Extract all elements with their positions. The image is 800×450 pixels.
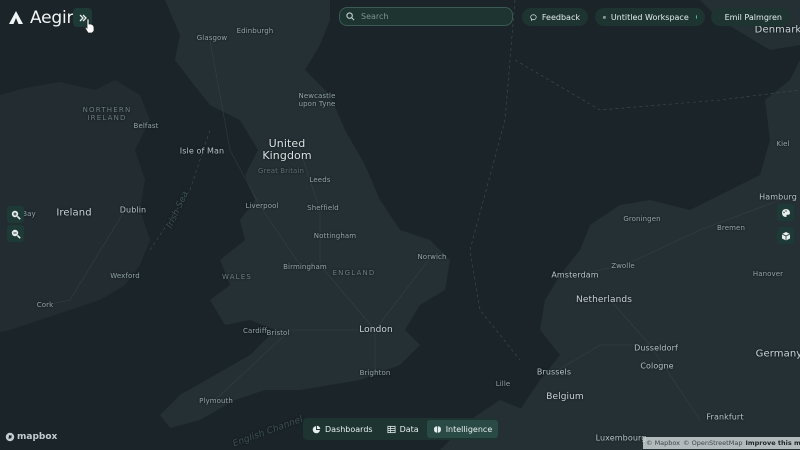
map-label-denmark: Denmark: [754, 24, 800, 36]
map-label-birmingham: Birmingham: [283, 263, 327, 271]
map-style-button[interactable]: [777, 204, 794, 221]
zoom-out-icon: [11, 229, 21, 239]
app-logo[interactable]: Aegir: [8, 8, 73, 28]
user-icon: [719, 16, 720, 18]
brain-icon: [433, 425, 441, 433]
tab-data[interactable]: Data: [381, 420, 425, 438]
grid-icon: [603, 15, 606, 19]
map-label-wexford: Wexford: [110, 272, 140, 280]
map-label-wales: WALES: [221, 273, 253, 281]
map-label-newcastle: Newcastle upon Tyne: [298, 92, 336, 108]
search-box[interactable]: [339, 7, 513, 26]
map-canvas[interactable]: [0, 0, 800, 450]
map-label-hanover: Hanover: [752, 270, 784, 278]
map-label-kiel: Kiel: [776, 140, 790, 148]
map-label-london: London: [359, 325, 393, 335]
map-attribution: © Mapbox © OpenStreetMap Improve this ma…: [643, 437, 800, 449]
search-input[interactable]: [361, 12, 501, 21]
map-label-belfast: Belfast: [133, 122, 159, 130]
zoom-in-button[interactable]: [7, 206, 24, 223]
map-label-leeds: Leeds: [309, 176, 331, 184]
map-label-bristol: Bristol: [266, 329, 290, 337]
user-menu-button[interactable]: Emil Palmgren: [711, 8, 790, 26]
tab-label: Intelligence: [445, 424, 493, 434]
cube-icon: [781, 231, 790, 240]
map-label-dusseldorf: Dusseldorf: [634, 343, 678, 353]
mapbox-logo[interactable]: mapbox: [5, 432, 57, 442]
map-label-norwich: Norwich: [417, 253, 447, 261]
map-label-cardiff: Cardiff: [243, 327, 267, 335]
3d-view-button[interactable]: [777, 227, 794, 244]
workspace-status-dot: [695, 15, 697, 19]
bottom-navigation: Dashboards Data Intelligence: [303, 418, 499, 440]
map-label-liverpool: Liverpool: [245, 202, 279, 210]
search-icon: [346, 12, 355, 21]
map-label-belgium: Belgium: [546, 392, 584, 402]
pie-chart-icon: [312, 425, 321, 433]
palette-icon: [781, 208, 790, 217]
map-label-edinburgh: Edinburgh: [236, 27, 274, 35]
map-label-lille: Lille: [495, 380, 511, 388]
map-label-england: ENGLAND: [332, 269, 376, 277]
tab-label: Dashboards: [325, 424, 373, 434]
map-label-isle-of-man: Isle of Man: [179, 146, 225, 156]
map-label-bremen: Bremen: [717, 224, 745, 232]
attribution-mapbox-link[interactable]: © Mapbox: [646, 439, 680, 447]
map-label-northern-ireland: NORTHERN IRELAND: [82, 106, 132, 122]
map-label-glasgow: Glasgow: [196, 34, 228, 42]
zoom-in-icon: [11, 210, 21, 220]
map-label-cologne: Cologne: [640, 361, 674, 371]
aegir-logo-icon: [9, 11, 23, 24]
map-label-zwolle: Zwolle: [611, 262, 635, 270]
map-label-plymouth: Plymouth: [199, 397, 233, 405]
map-label-united-kingdom: United Kingdom: [262, 137, 312, 162]
map-label-frankfurt: Frankfurt: [706, 412, 744, 422]
map-label-amsterdam: Amsterdam: [551, 270, 599, 280]
table-icon: [387, 425, 396, 433]
map-label-sheffield: Sheffield: [307, 204, 339, 212]
map-label-netherlands: Netherlands: [576, 295, 632, 305]
map-label-germany: Germany: [755, 348, 800, 360]
mapbox-logo-text: mapbox: [17, 432, 58, 442]
map-label-great-britain: Great Britain: [257, 167, 305, 175]
attribution-osm-link[interactable]: © OpenStreetMap: [683, 439, 742, 447]
mapbox-logo-icon: [5, 432, 15, 442]
map-label-brighton: Brighton: [359, 369, 391, 377]
workspace-label: Untitled Workspace: [610, 12, 689, 22]
map-label-cork: Cork: [36, 301, 54, 309]
tab-intelligence[interactable]: Intelligence: [426, 420, 499, 438]
map-label-dublin: Dublin: [119, 205, 147, 215]
feedback-button[interactable]: Feedback: [522, 8, 588, 26]
feedback-label: Feedback: [541, 12, 580, 22]
chat-bubble-icon: [530, 13, 537, 21]
user-label: Emil Palmgren: [724, 12, 782, 22]
map-label-hamburg: Hamburg: [759, 192, 797, 202]
tab-dashboards[interactable]: Dashboards: [306, 420, 379, 438]
improve-map-link[interactable]: Improve this map: [745, 439, 800, 447]
tab-label: Data: [399, 424, 419, 434]
map-label-nottingham: Nottingham: [313, 232, 357, 240]
map-label-groningen: Groningen: [623, 215, 661, 223]
map-label-ireland: Ireland: [56, 207, 92, 219]
map-label-luxembourg: Luxembourg: [595, 433, 647, 443]
hand-cursor-icon: [84, 18, 95, 34]
app-name: Aegir: [30, 8, 74, 28]
zoom-out-button[interactable]: [7, 225, 24, 242]
map-label-brussels: Brussels: [536, 367, 572, 377]
map-label-bay: Bay: [22, 210, 36, 218]
workspace-selector[interactable]: Untitled Workspace: [595, 8, 705, 26]
